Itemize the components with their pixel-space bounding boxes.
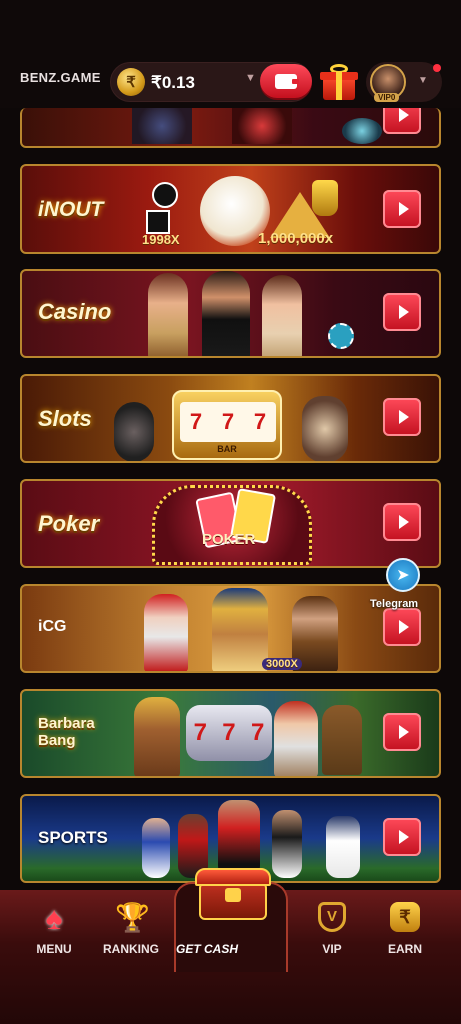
nav-vip-label: VIP xyxy=(322,942,342,956)
character xyxy=(262,275,302,356)
balance-amount: ₹0.13 xyxy=(151,73,195,92)
athlete xyxy=(326,816,360,878)
banner-title: Casino xyxy=(38,299,112,324)
play-icon xyxy=(398,410,409,424)
slot-reel: 7 xyxy=(253,409,267,434)
nav-get-cash[interactable]: GET CASH xyxy=(174,868,288,972)
nav-ranking[interactable]: 🏆 RANKING xyxy=(96,890,166,970)
chevron-down-icon: ▼ xyxy=(418,75,428,86)
rupee-coin-icon: ₹ xyxy=(117,68,145,96)
play-icon xyxy=(398,620,409,634)
nav-vip[interactable]: V VIP xyxy=(297,890,367,970)
nav-earn-label: EARN xyxy=(387,942,422,956)
pharaoh-character xyxy=(212,588,268,671)
jester-character xyxy=(144,594,188,671)
character xyxy=(274,701,318,776)
banner-title: Barbara Bang xyxy=(38,715,95,749)
nav-menu-label: MENU xyxy=(36,942,72,956)
banner-title: Slots xyxy=(38,406,92,431)
spade-icon: ♠ xyxy=(45,900,63,936)
play-icon xyxy=(398,202,409,216)
game-banner-partial[interactable] xyxy=(20,108,441,148)
telegram-button[interactable]: ➤ Telegram xyxy=(366,558,438,618)
play-button[interactable] xyxy=(383,398,421,436)
athlete xyxy=(142,818,170,878)
play-icon xyxy=(398,108,409,122)
treasure-chest-icon xyxy=(193,862,273,922)
multiplier-label: 3000X xyxy=(262,658,302,670)
game-banner-inout[interactable]: iNOUT 1998X 1,000,000x xyxy=(20,164,441,254)
play-button[interactable] xyxy=(383,190,421,228)
play-icon xyxy=(398,830,409,844)
telegram-icon: ➤ xyxy=(386,558,420,592)
play-button[interactable] xyxy=(383,108,421,134)
slot-reel: 7 xyxy=(250,719,265,746)
play-icon xyxy=(398,725,409,739)
banner-title: Poker xyxy=(38,511,100,536)
slot-machine: 7 7 7 BAR xyxy=(172,390,282,460)
play-icon xyxy=(398,305,409,319)
athlete xyxy=(272,810,302,878)
trophy-icon: 🏆 xyxy=(115,902,150,933)
game-banner-slots[interactable]: Slots 7 7 7 BAR xyxy=(20,374,441,463)
shape-icon xyxy=(152,182,178,208)
nav-ranking-label: RANKING xyxy=(103,942,159,956)
play-button[interactable] xyxy=(383,293,421,331)
reel-label: BAR xyxy=(217,444,237,454)
game-banner-poker[interactable]: Poker POKER xyxy=(20,479,441,568)
play-button[interactable] xyxy=(383,503,421,541)
slot-machine: 7 7 7 xyxy=(186,705,272,761)
top-header: BENZ.GAME ₹ ₹0.13 ▼ VIP0 ▼ xyxy=(0,0,461,108)
notification-dot-icon xyxy=(433,64,441,72)
telegram-label: Telegram xyxy=(370,598,419,610)
gift-box-icon[interactable] xyxy=(320,62,358,102)
poker-sign-label: POKER xyxy=(202,531,256,548)
vip-shield-icon: V xyxy=(318,902,346,932)
slot-reel: 7 xyxy=(221,409,235,434)
warrior-character xyxy=(134,697,180,776)
shape-icon xyxy=(146,210,170,234)
nav-menu[interactable]: ♠ MENU xyxy=(19,890,89,970)
profile-button[interactable]: VIP0 ▼ xyxy=(366,62,442,102)
game-banner-casino[interactable]: Casino xyxy=(20,269,441,358)
slot-reel: 7 xyxy=(193,719,207,746)
play-icon xyxy=(398,515,409,529)
character xyxy=(114,402,154,461)
game-banner-barbara-bang[interactable]: Barbara Bang 7 7 7 xyxy=(20,689,441,778)
play-button[interactable] xyxy=(383,713,421,751)
rupee-icon: ₹ xyxy=(390,902,420,932)
character xyxy=(148,273,188,356)
chevron-down-icon[interactable]: ▼ xyxy=(245,72,256,84)
trophy-icon xyxy=(312,180,338,216)
slot-reel: 7 xyxy=(189,409,203,434)
play-button[interactable] xyxy=(383,818,421,856)
nav-earn[interactable]: ₹ EARN xyxy=(370,890,440,970)
character xyxy=(202,271,250,356)
wallet-icon xyxy=(275,73,299,89)
banner-title: iCG xyxy=(38,618,67,635)
multiplier-label: 1998X xyxy=(142,232,180,247)
character xyxy=(302,396,348,461)
multiplier-label: 1,000,000x xyxy=(258,230,334,247)
slot-reel: 7 xyxy=(222,719,236,746)
vip-level-badge: VIP0 xyxy=(374,93,400,102)
deer-character xyxy=(322,705,362,775)
casino-chip xyxy=(328,323,354,349)
nav-get-cash-label: GET CASH xyxy=(176,942,239,956)
banner-title: SPORTS xyxy=(38,828,108,847)
brand-name[interactable]: BENZ.GAME xyxy=(20,70,101,85)
wallet-button[interactable] xyxy=(260,64,312,98)
bottom-navigation: ♠ MENU 🏆 RANKING GET CASH V VIP ₹ EARN xyxy=(0,868,461,1024)
banner-title: iNOUT xyxy=(38,198,104,221)
